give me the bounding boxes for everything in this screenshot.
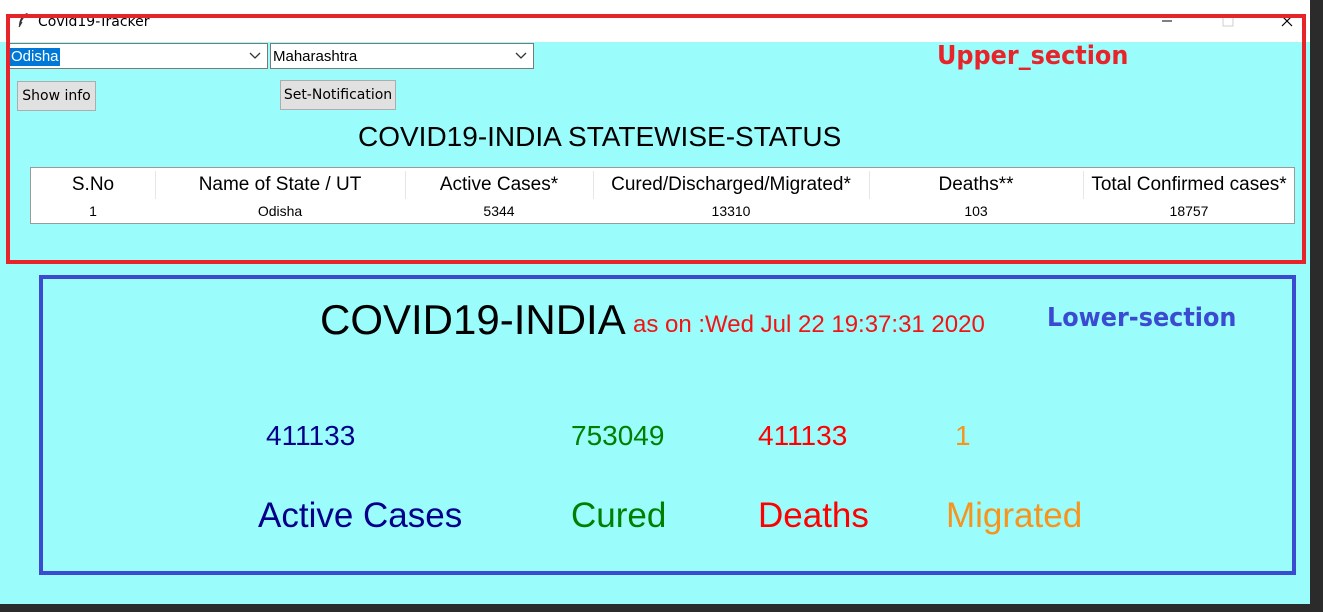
lower-section-annotation: Lower-section	[1047, 303, 1237, 333]
upper-section-annotation: Upper_section	[937, 41, 1129, 71]
